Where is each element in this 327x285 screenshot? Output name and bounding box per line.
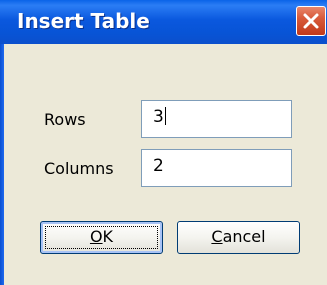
rows-value: 3 — [153, 107, 164, 127]
columns-input[interactable]: 2 — [141, 149, 292, 187]
ok-mnemonic: O — [89, 227, 103, 246]
columns-label: Columns — [44, 159, 114, 178]
rows-input[interactable]: 3 — [141, 100, 292, 138]
cancel-button-label: Cancel — [211, 227, 265, 246]
text-caret — [164, 107, 166, 125]
ok-button-label: OK — [90, 227, 113, 246]
close-button[interactable] — [296, 6, 326, 36]
rows-label: Rows — [44, 110, 86, 129]
window-title: Insert Table — [17, 9, 150, 33]
insert-table-dialog: Insert Table Rows 3 Columns 2 OK Cancel — [0, 0, 327, 285]
cancel-button[interactable]: Cancel — [177, 221, 300, 254]
ok-button[interactable]: OK — [40, 221, 163, 254]
ok-label-rest: K — [102, 227, 114, 246]
columns-value: 2 — [153, 156, 164, 176]
cancel-label-rest: ancel — [222, 227, 266, 246]
title-bar[interactable]: Insert Table — [0, 0, 327, 44]
cancel-mnemonic: C — [211, 227, 223, 246]
close-icon — [303, 13, 319, 29]
window-left-border — [0, 44, 4, 285]
